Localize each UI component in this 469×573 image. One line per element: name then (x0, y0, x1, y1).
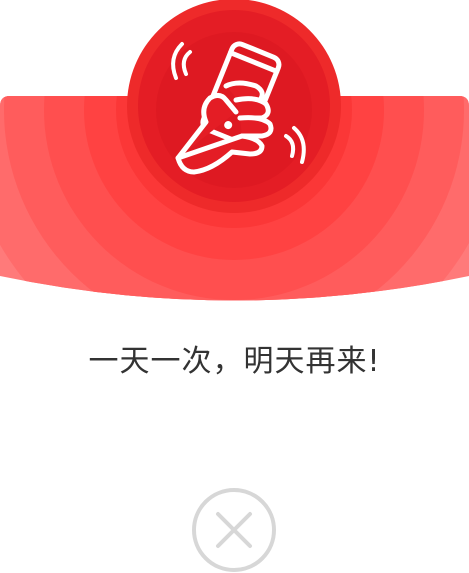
banner-header (0, 0, 469, 310)
close-icon[interactable] (191, 487, 277, 573)
close-button[interactable] (191, 487, 277, 573)
limit-message: 一天一次，明天再来! (88, 344, 381, 379)
shake-result-modal: 一天一次，明天再来! (0, 0, 469, 573)
